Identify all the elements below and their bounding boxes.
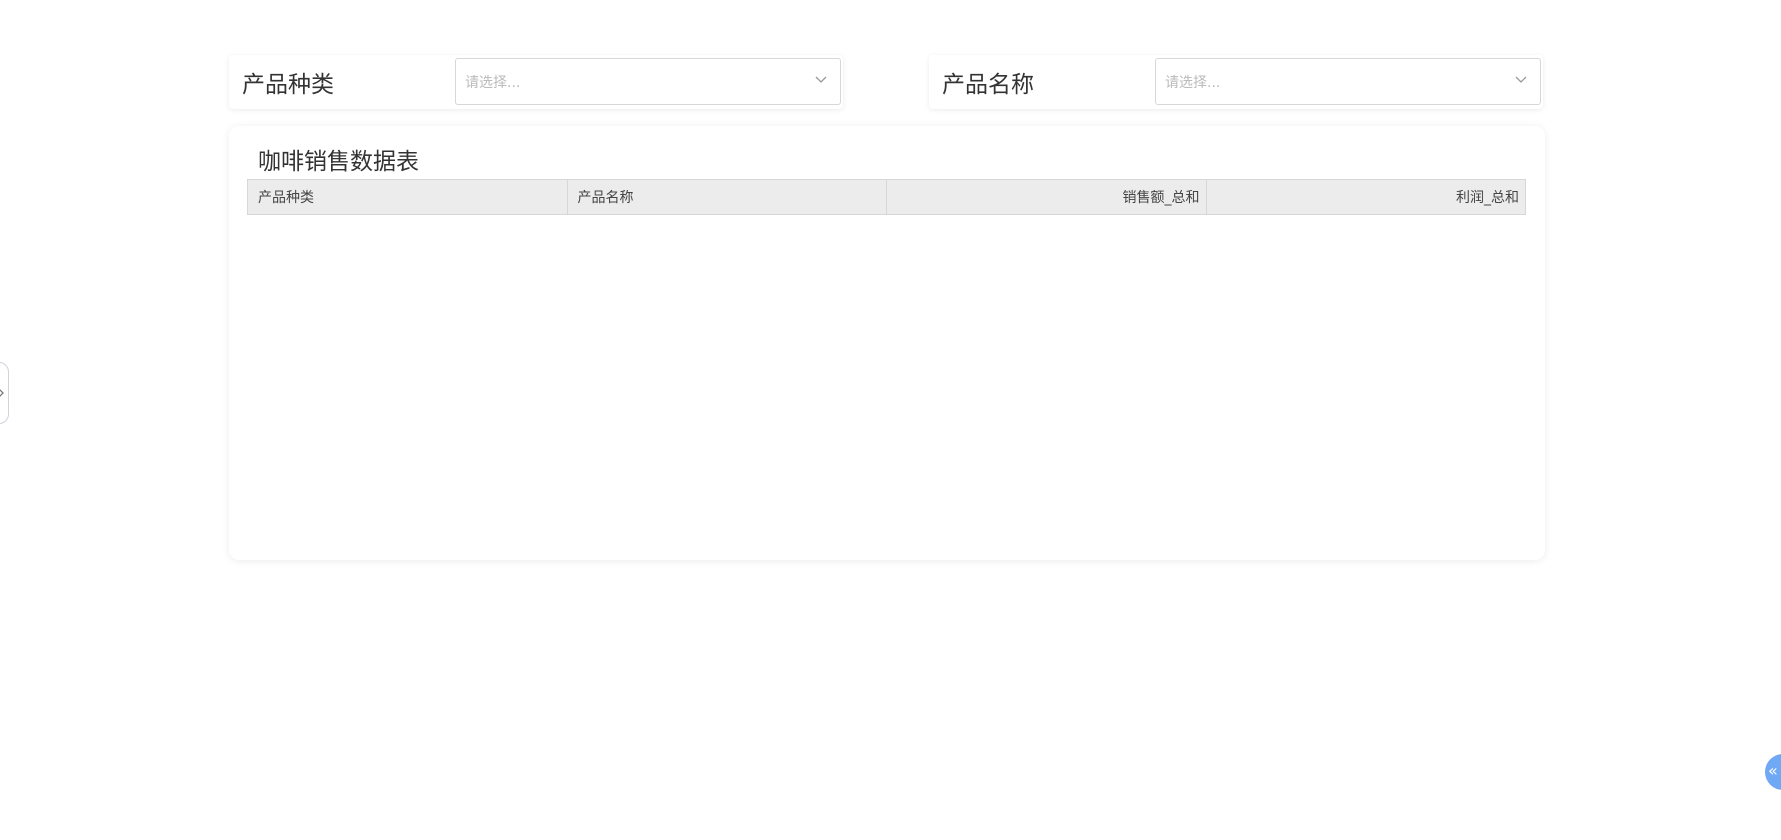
column-header-profit-sum[interactable]: 利润_总和 (1207, 180, 1526, 214)
category-filter-card: 产品种类 请选择... (229, 55, 843, 109)
column-header-sales-sum[interactable]: 销售额_总和 (887, 180, 1207, 214)
column-header-category[interactable]: 产品种类 (248, 180, 568, 214)
column-header-product-name[interactable]: 产品名称 (568, 180, 887, 214)
product-name-filter-label: 产品名称 (942, 72, 1034, 98)
product-name-select[interactable]: 请选择... (1155, 58, 1541, 105)
dashboard-page: 产品种类 请选择... 产品名称 请选择... 咖啡销售数据表 产品种类 产品名… (0, 0, 1781, 840)
float-expand-button[interactable]: « (1765, 754, 1781, 790)
side-panel-toggle[interactable] (0, 362, 9, 424)
table-title: 咖啡销售数据表 (258, 149, 419, 175)
product-name-select-placeholder: 请选择... (1165, 75, 1221, 91)
category-select-placeholder: 请选择... (465, 75, 521, 91)
table-header: 产品种类 产品名称 销售额_总和 利润_总和 (247, 179, 1526, 215)
category-select[interactable]: 请选择... (455, 58, 841, 105)
chevron-right-icon (0, 389, 4, 397)
product-name-filter-card: 产品名称 请选择... (929, 55, 1543, 109)
double-chevron-left-icon: « (1768, 761, 1778, 780)
chevron-down-icon (1515, 76, 1527, 83)
chevron-down-icon (815, 76, 827, 83)
category-filter-label: 产品种类 (242, 72, 334, 98)
sales-table-card: 咖啡销售数据表 产品种类 产品名称 销售额_总和 利润_总和 (229, 126, 1545, 560)
